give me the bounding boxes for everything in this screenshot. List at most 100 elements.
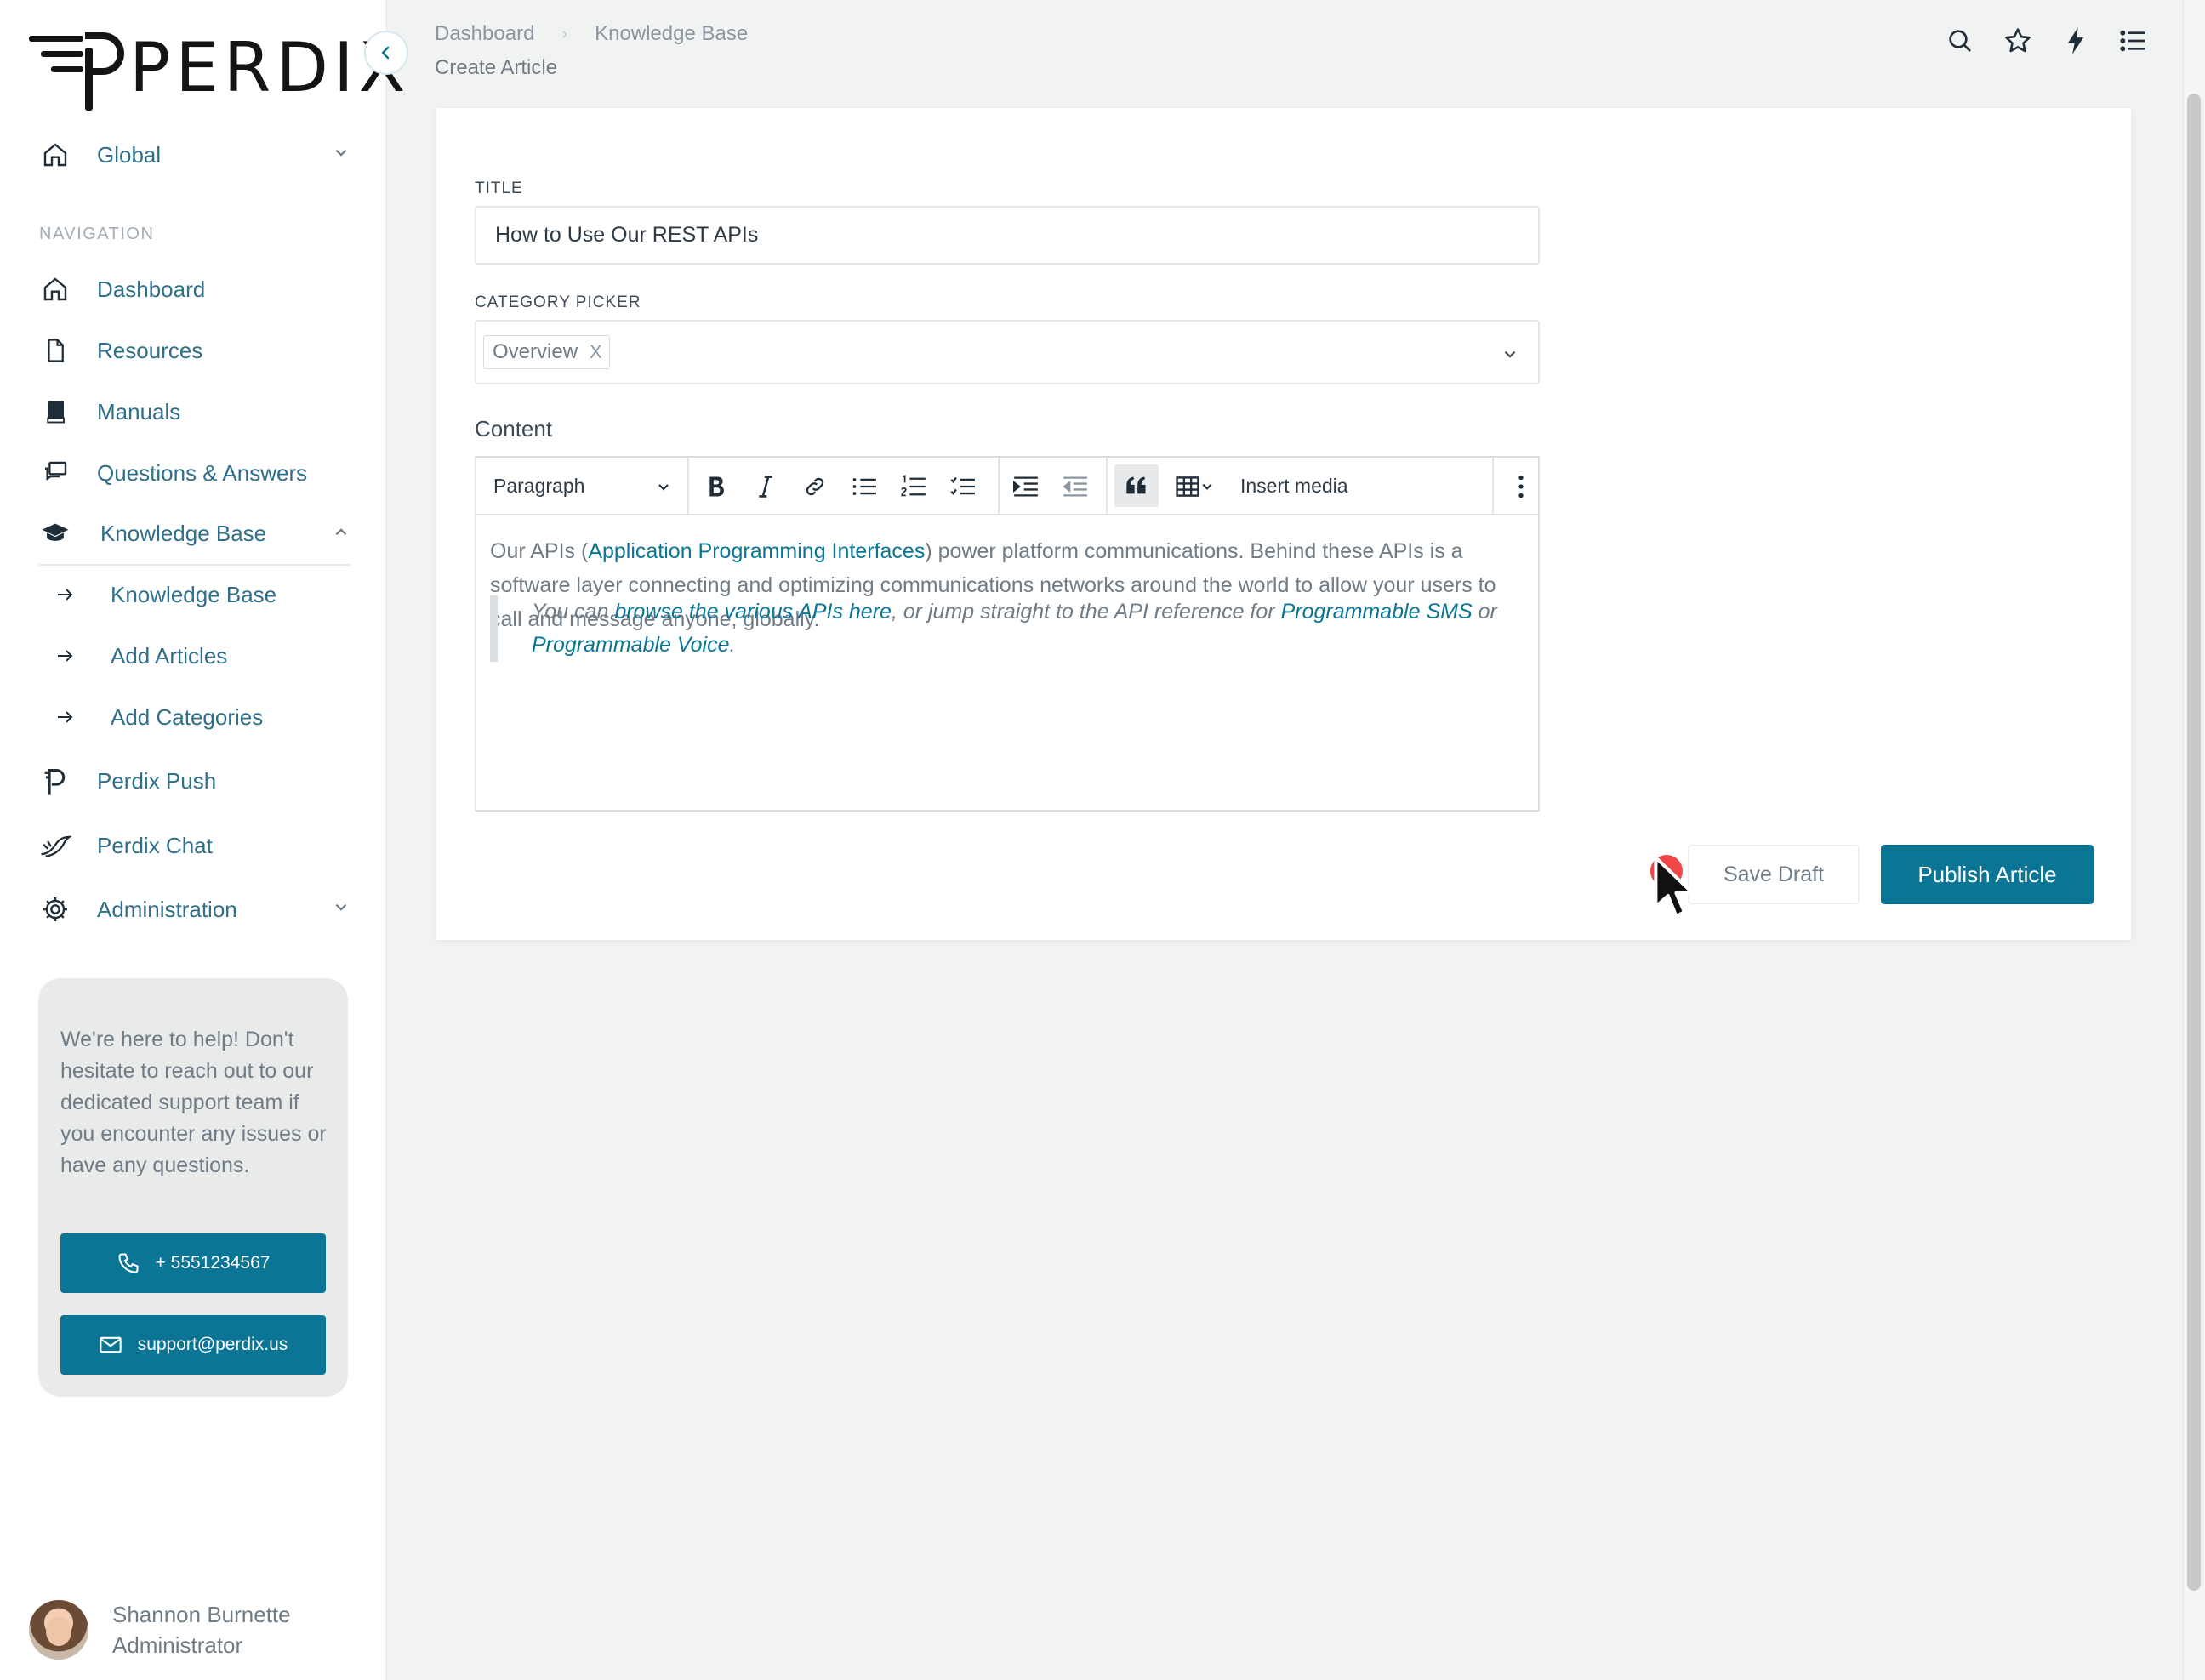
category-picker-label: CATEGORY PICKER <box>475 293 641 311</box>
title-input[interactable]: How to Use Our REST APIs <box>475 206 1540 265</box>
mouse-cursor-icon <box>1654 856 1695 918</box>
italic-button[interactable] <box>747 468 784 505</box>
quote-text: or <box>1472 600 1497 624</box>
link-application-programming-interfaces[interactable]: Application Programming Interfaces <box>588 539 925 563</box>
mail-icon <box>99 1336 122 1353</box>
numbered-list-button[interactable] <box>895 468 932 505</box>
sidebar-item-label: Manuals <box>97 398 181 424</box>
support-phone-button[interactable]: + 5551234567 <box>60 1233 326 1293</box>
sidebar-item-manuals[interactable]: Manuals <box>39 390 350 433</box>
breadcrumb-separator-icon: › <box>561 24 568 43</box>
user-profile[interactable]: Shannon Burnette Administrator <box>29 1599 291 1660</box>
insert-media-button[interactable]: Insert media <box>1240 458 1348 514</box>
sidebar-item-questions-answers[interactable]: Questions & Answers <box>39 452 350 494</box>
save-draft-label: Save Draft <box>1723 862 1825 886</box>
category-picker[interactable]: Overview X <box>475 320 1540 384</box>
home-icon <box>39 139 71 171</box>
indent-button[interactable] <box>1007 468 1045 505</box>
sidebar-subitem-label: Add Articles <box>111 642 228 669</box>
sidebar-subitem-label: Knowledge Base <box>111 581 277 607</box>
sidebar-item-label: Questions & Answers <box>97 459 308 486</box>
sidebar-item-resources[interactable]: Resources <box>39 329 350 372</box>
link-icon <box>806 477 824 496</box>
bird-icon <box>39 829 71 862</box>
chevron-down-icon <box>1504 350 1516 358</box>
sidebar-item-label: Knowledge Base <box>100 520 267 546</box>
search-icon[interactable] <box>1945 26 1975 56</box>
outdent-button[interactable] <box>1057 468 1094 505</box>
support-email-button[interactable]: support@perdix.us <box>60 1315 326 1375</box>
perdix-logo[interactable]: PERDIX <box>29 26 410 111</box>
editor-blockquote[interactable]: You can browse the various APIs here, or… <box>490 595 1511 662</box>
quote-icon <box>1126 476 1146 494</box>
numbered-list-icon <box>901 475 926 497</box>
chevron-down-icon <box>335 903 347 911</box>
toolbar-divider <box>1106 458 1108 514</box>
star-icon[interactable] <box>2003 26 2033 56</box>
workspace-selector[interactable]: Global <box>39 134 350 176</box>
insert-media-label: Insert media <box>1240 474 1348 497</box>
todo-list-button[interactable] <box>944 468 982 505</box>
table-icon <box>1176 476 1199 497</box>
scrollbar-thumb[interactable] <box>2187 94 2201 1591</box>
page-title: Create Article <box>435 56 558 79</box>
arrow-right-icon <box>56 648 78 663</box>
sidebar-item-administration[interactable]: Administration <box>39 888 350 931</box>
workspace-label: Global <box>97 141 162 168</box>
paragraph-text: Our APIs ( <box>490 539 589 563</box>
sidebar-item-perdix-chat[interactable]: Perdix Chat <box>39 824 350 867</box>
category-tag: Overview X <box>483 335 610 369</box>
sidebar-item-dashboard[interactable]: Dashboard <box>39 268 350 310</box>
link-browse-apis[interactable]: browse the various APIs here <box>614 600 892 624</box>
remove-tag-button[interactable]: X <box>590 341 602 363</box>
block-format-select[interactable]: Paragraph <box>493 458 672 514</box>
publish-article-label: Publish Article <box>1917 861 2057 887</box>
title-label: TITLE <box>475 179 523 197</box>
quote-text: You can <box>532 600 615 624</box>
block-format-value: Paragraph <box>493 474 585 497</box>
chevron-down-icon <box>1202 483 1212 490</box>
indent-icon <box>1013 476 1038 497</box>
list-icon[interactable] <box>2118 26 2149 56</box>
toolbar-divider <box>998 458 1000 514</box>
rich-text-editor[interactable]: Paragraph Insert media Our APIs (Applica… <box>475 456 1540 812</box>
page-scrollbar[interactable] <box>2183 0 2205 1680</box>
home-icon <box>39 273 71 305</box>
sidebar: PERDIX Global NAVIGATION Dashboard Resou… <box>0 0 408 1680</box>
breadcrumb-knowledge-base[interactable]: Knowledge Base <box>595 22 748 46</box>
lightning-icon[interactable] <box>2060 26 2091 56</box>
quote-text: , or jump straight to the API reference … <box>891 600 1281 624</box>
content-label: Content <box>475 416 553 441</box>
book-icon <box>39 396 71 428</box>
user-name: Shannon Burnette <box>112 1602 291 1627</box>
sidebar-item-perdix-push[interactable]: Perdix Push <box>39 760 350 802</box>
toolbar-divider <box>687 458 689 514</box>
support-text: We're here to help! Don't hesitate to re… <box>60 1028 327 1177</box>
sidebar-subitem-add-categories[interactable]: Add Categories <box>56 697 263 737</box>
support-email-label: support@perdix.us <box>137 1335 288 1354</box>
more-options-button[interactable] <box>1502 468 1540 505</box>
chevron-down-icon <box>335 149 347 157</box>
phone-icon <box>117 1253 139 1273</box>
collapse-sidebar-button[interactable] <box>364 31 408 75</box>
link-programmable-voice[interactable]: Programmable Voice <box>532 633 730 657</box>
breadcrumb: Dashboard › Knowledge Base Create Articl… <box>435 22 748 80</box>
chevron-left-icon <box>381 46 390 60</box>
save-draft-button[interactable]: Save Draft <box>1688 845 1860 904</box>
bulleted-list-button[interactable] <box>846 468 883 505</box>
sidebar-subitem-knowledge-base[interactable]: Knowledge Base <box>56 574 276 615</box>
support-card: We're here to help! Don't hesitate to re… <box>38 978 348 1397</box>
sidebar-item-knowledge-base[interactable]: Knowledge Base <box>39 512 350 555</box>
quote-text: . <box>729 633 736 657</box>
document-icon <box>39 334 71 367</box>
insert-table-button[interactable] <box>1169 468 1220 505</box>
block-quote-button[interactable] <box>1114 464 1159 507</box>
publish-article-button[interactable]: Publish Article <box>1881 845 2094 904</box>
sidebar-subitem-add-articles[interactable]: Add Articles <box>56 635 227 676</box>
bold-button[interactable] <box>698 468 735 505</box>
breadcrumb-dashboard[interactable]: Dashboard <box>435 22 534 46</box>
link-programmable-sms[interactable]: Programmable SMS <box>1281 600 1473 624</box>
link-button[interactable] <box>796 468 834 505</box>
gear-icon <box>39 893 71 925</box>
divider <box>39 564 350 566</box>
